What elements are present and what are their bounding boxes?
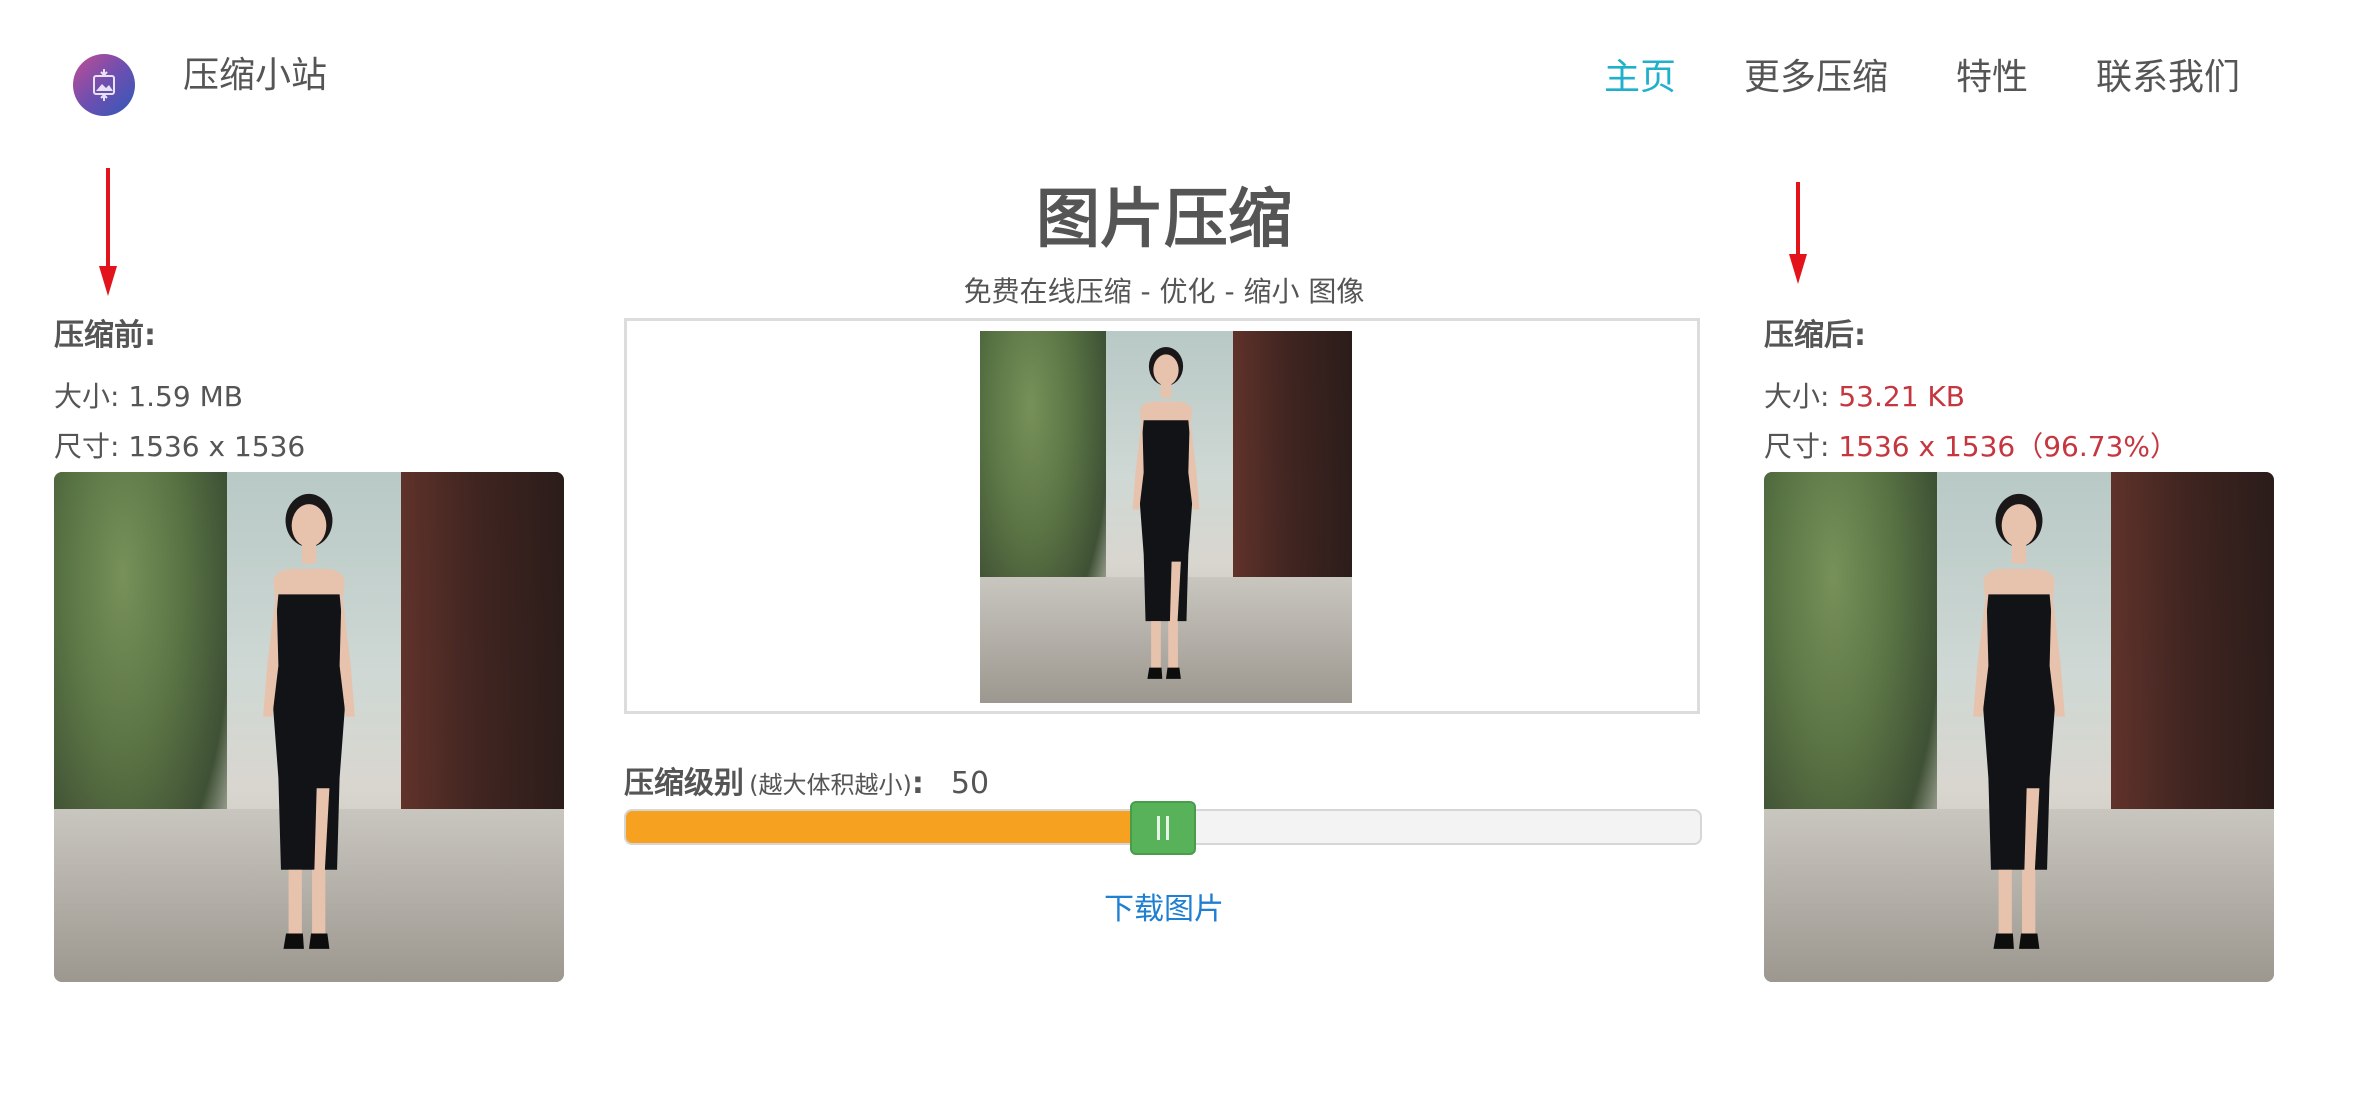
compression-slider-fill [626, 811, 1165, 843]
after-size-value: 53.21 KB [1838, 380, 1965, 413]
before-label: 压缩前: [54, 318, 156, 353]
compression-level-hint: (越大体积越小) [749, 771, 912, 799]
image-frame-icon [93, 69, 115, 101]
nav-item-more-compression[interactable]: 更多压缩 [1744, 50, 1888, 106]
nav-item-features[interactable]: 特性 [1956, 50, 2028, 106]
compressed-image [1764, 472, 2274, 982]
after-label: 压缩后: [1764, 318, 1866, 353]
preview-box[interactable] [624, 318, 1700, 714]
before-size-value: 1.59 MB [128, 380, 243, 413]
after-dims-value: 1536 x 1536（96.73%） [1838, 430, 2178, 463]
after-dimensions: 尺寸: 1536 x 1536（96.73%） [1764, 427, 2178, 467]
before-dims-label: 尺寸: [54, 430, 129, 463]
compression-level-value: 50 [950, 766, 990, 801]
compression-level-title: 压缩级别 [624, 766, 744, 801]
compression-level-colon: : [911, 766, 924, 801]
after-size-label: 大小: [1764, 380, 1839, 413]
preview-image [980, 331, 1352, 703]
nav-item-home[interactable]: 主页 [1604, 50, 1676, 106]
after-size: 大小: 53.21 KB [1764, 377, 1965, 417]
nav-item-contact[interactable]: 联系我们 [2096, 50, 2240, 106]
before-dimensions: 尺寸: 1536 x 1536 [54, 427, 305, 467]
before-size-label: 大小: [54, 380, 129, 413]
compression-slider-handle[interactable] [1130, 801, 1196, 855]
before-dims-value: 1536 x 1536 [128, 430, 306, 463]
logo-icon[interactable] [73, 54, 135, 116]
compression-level-label: 压缩级别 (越大体积越小): 50 [624, 762, 989, 810]
page-subtitle: 免费在线压缩 - 优化 - 缩小 图像 [963, 275, 1365, 308]
site-name[interactable]: 压缩小站 [183, 50, 327, 102]
before-size: 大小: 1.59 MB [54, 377, 243, 417]
page-title: 图片压缩 [1036, 183, 1292, 257]
after-dims-label: 尺寸: [1764, 430, 1839, 463]
